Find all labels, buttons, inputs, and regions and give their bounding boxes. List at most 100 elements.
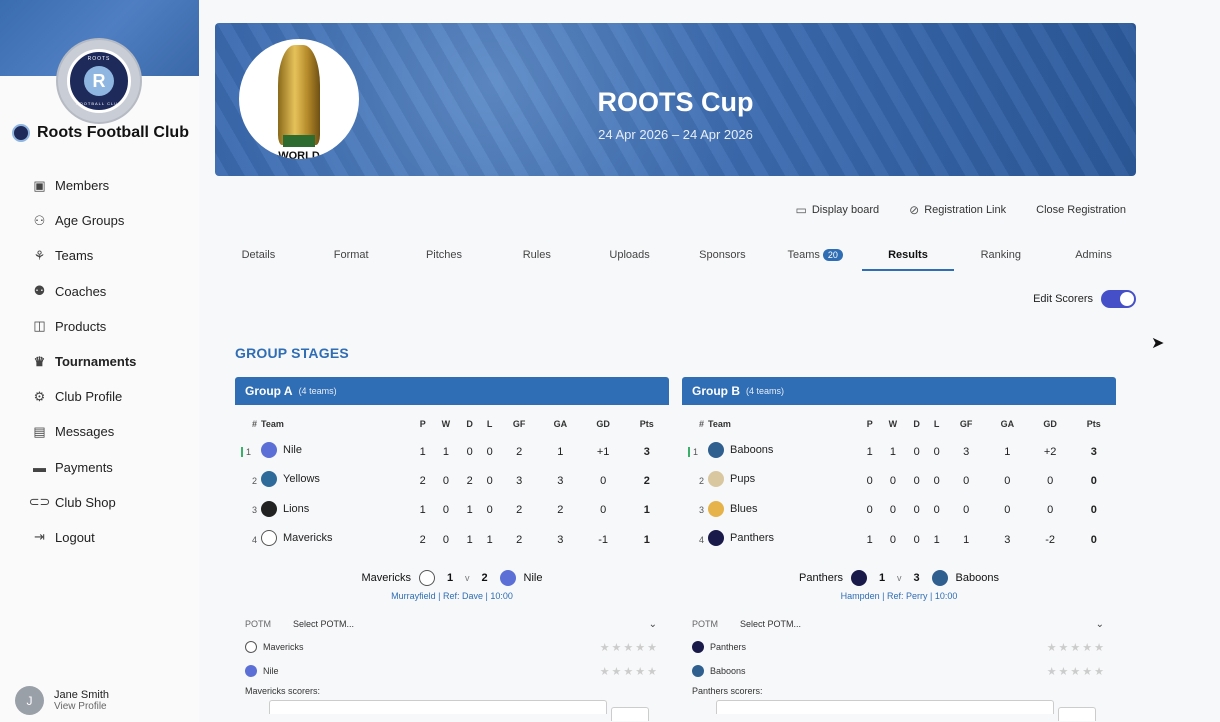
match-details[interactable]: Hampden | Ref: Perry | 10:00: [682, 591, 1116, 601]
table-row[interactable]: 2 Yellows 2 0 2 0 3 3 0 2: [235, 466, 669, 495]
scorer-select[interactable]: [716, 700, 1054, 715]
group-team-count: (4 teams): [298, 386, 337, 396]
tab-teams[interactable]: Teams 20: [769, 243, 862, 271]
tab-rules[interactable]: Rules: [490, 243, 583, 271]
team-cell: Panthers: [708, 525, 860, 554]
potm-label: POTM: [245, 619, 271, 630]
sidebar-item-label: Age Groups: [55, 213, 125, 229]
star-rating[interactable]: ★★★★★: [600, 665, 659, 678]
sidebar-item-logout[interactable]: ⇥ Logout: [32, 520, 136, 555]
team-name-wrap: Baboons: [708, 442, 773, 459]
sidebar-item-age-groups[interactable]: ⚇ Age Groups: [32, 203, 136, 238]
sidebar-item-coaches[interactable]: ⚉ Coaches: [32, 274, 136, 309]
standings-table: # Team P W D L GF GA GD Pts 1 Baboons 1 1 0 0 3 1 +2 3 2 Pups…: [682, 411, 1116, 554]
tab-pitches[interactable]: Pitches: [398, 243, 491, 271]
tab-format[interactable]: Format: [305, 243, 398, 271]
table-row[interactable]: 1 Nile 1 1 0 0 2 1 +1 3: [235, 437, 669, 466]
logo-bottom-text: FOOTBALL CLUB: [76, 101, 122, 106]
view-profile-link[interactable]: View Profile: [54, 701, 109, 712]
stat-w: 0: [442, 533, 449, 546]
stat-p: 1: [419, 445, 426, 458]
rating-team: Baboons: [692, 665, 746, 678]
tab-label: Results: [888, 249, 928, 261]
close-registration-button[interactable]: Close Registration: [1036, 203, 1126, 217]
sidebar-item-label: Members: [55, 178, 110, 194]
stat-l: 1: [933, 533, 940, 546]
tab-sponsors[interactable]: Sponsors: [676, 243, 769, 271]
stat-d: 1: [466, 533, 473, 546]
tab-uploads[interactable]: Uploads: [583, 243, 676, 271]
add-scorer-button[interactable]: [1058, 707, 1096, 722]
sidebar-item-teams[interactable]: ⚘ Teams: [32, 238, 136, 273]
home-team-name: Panthers: [799, 572, 844, 585]
edit-scorers: Edit Scorers: [1033, 290, 1136, 308]
sidebar-item-payments[interactable]: ▬ Payments: [32, 450, 136, 485]
column-header: P: [419, 419, 426, 429]
scorer-select[interactable]: [269, 700, 607, 715]
stat-gd: 0: [1047, 474, 1054, 487]
rank-value: 3: [698, 505, 704, 516]
tab-label: Format: [333, 249, 369, 261]
club-logo-badge: ROOTS R FOOTBALL CLUB: [67, 49, 131, 113]
display-board-button[interactable]: ▭ Display board: [796, 203, 880, 217]
user-profile[interactable]: J Jane Smith View Profile: [15, 686, 109, 715]
stat-w: 0: [889, 504, 896, 517]
sidebar-item-club-shop[interactable]: ⊂⊃ Club Shop: [29, 485, 136, 520]
rating-team: Nile: [245, 665, 279, 678]
stat-p: 2: [419, 474, 426, 487]
sidebar-item-messages[interactable]: ▤ Messages: [32, 414, 136, 449]
scorers-label: Panthers scorers:: [692, 686, 763, 697]
tab-ranking[interactable]: Ranking: [954, 243, 1047, 271]
club-icon: [12, 124, 30, 142]
team-rank: 4: [682, 525, 708, 554]
tournament-title: ROOTS Cup: [597, 87, 754, 117]
table-row[interactable]: 3 Blues 0 0 0 0 0 0 0 0: [682, 496, 1116, 525]
team-name-wrap: Pups: [708, 471, 755, 488]
scorer-input-row: [245, 700, 659, 722]
tab-details[interactable]: Details: [212, 243, 305, 271]
rank-value: 1: [240, 446, 257, 457]
team-crest-icon: [499, 570, 516, 587]
sidebar-item-products[interactable]: ◫ Products: [32, 309, 136, 344]
tab-admins[interactable]: Admins: [1047, 243, 1140, 271]
standings-table: # Team P W D L GF GA GD Pts 1 Nile 1 1 0 0 2 1 +1 3 2 Yellows…: [235, 411, 669, 554]
stat-l: 0: [486, 445, 493, 458]
sidebar-item-tournaments[interactable]: ♛ Tournaments: [32, 344, 137, 379]
star-rating[interactable]: ★★★★★: [600, 641, 659, 654]
team-name: Yellows: [283, 473, 320, 486]
club-logo[interactable]: ROOTS R FOOTBALL CLUB: [58, 40, 140, 122]
team-crest-icon: [931, 570, 948, 587]
team-cell: Mavericks: [261, 525, 413, 554]
star-rating[interactable]: ★★★★★: [1047, 641, 1106, 654]
team-crest-icon: [261, 530, 277, 547]
sidebar-item-club-profile[interactable]: ⚙ Club Profile: [32, 379, 136, 414]
tab-label: Admins: [1075, 249, 1112, 261]
star-rating[interactable]: ★★★★★: [1047, 665, 1106, 678]
potm-select[interactable]: Select POTM... ⌄: [293, 619, 659, 630]
stat-p: 1: [419, 504, 426, 517]
mouse-cursor-icon: ➤: [1151, 335, 1165, 352]
sidebar-item-label: Coaches: [55, 283, 107, 299]
tab-label: Pitches: [425, 249, 463, 261]
match-details[interactable]: Murrayfield | Ref: Dave | 10:00: [235, 591, 669, 601]
add-scorer-button[interactable]: [611, 707, 649, 722]
team-name: Mavericks: [283, 532, 333, 545]
stat-gd: 0: [600, 504, 607, 517]
registration-link-button[interactable]: ⊘ Registration Link: [909, 203, 1006, 217]
tab-results[interactable]: Results: [861, 243, 955, 271]
stat-ga: 0: [1004, 504, 1011, 517]
team-name: Blues: [730, 502, 758, 515]
potm-select[interactable]: Select POTM... ⌄: [740, 619, 1106, 630]
team-crest-icon: [708, 530, 724, 547]
table-row[interactable]: 3 Lions 1 0 1 0 2 2 0 1: [235, 496, 669, 525]
table-row[interactable]: 1 Baboons 1 1 0 0 3 1 +2 3: [682, 437, 1116, 466]
gear-icon: ⚙: [33, 388, 46, 404]
table-row[interactable]: 4 Mavericks 2 0 1 1 2 3 -1 1: [235, 525, 669, 554]
table-row[interactable]: 4 Panthers 1 0 0 1 1 3 -2 0: [682, 525, 1116, 554]
table-row[interactable]: 2 Pups 0 0 0 0 0 0 0 0: [682, 466, 1116, 495]
column-header: Pts: [1086, 419, 1101, 429]
match-score-line: Panthers 1 v 3 Baboons: [799, 570, 999, 587]
sidebar-item-members[interactable]: ▣ Members: [32, 168, 136, 203]
edit-scorers-toggle[interactable]: [1101, 290, 1136, 308]
column-header: GA: [1000, 419, 1015, 429]
